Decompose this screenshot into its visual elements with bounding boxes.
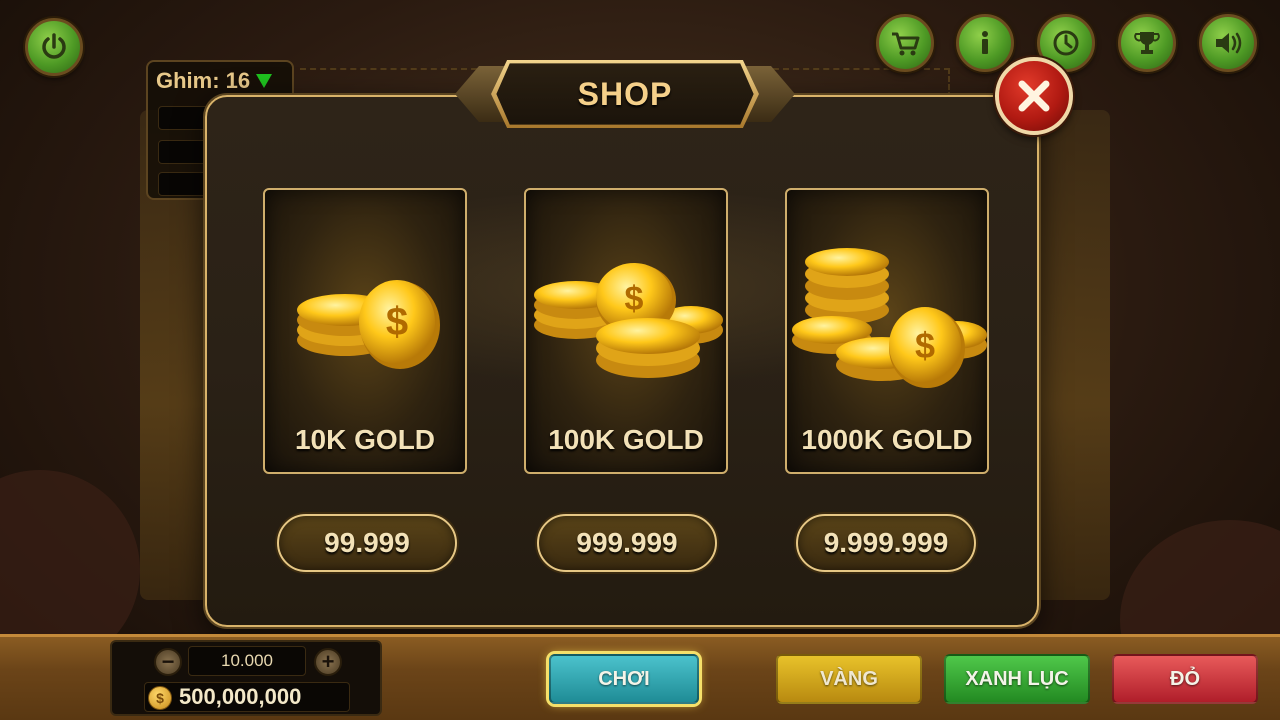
balance-display: 500,000,000 bbox=[144, 682, 350, 712]
info-icon bbox=[982, 31, 988, 54]
svg-text:$: $ bbox=[915, 325, 935, 366]
buy-price-button[interactable]: 99.999 bbox=[277, 514, 457, 572]
shop-title: SHOP bbox=[577, 75, 673, 112]
shop-cart-button[interactable] bbox=[876, 14, 934, 72]
bet-panel: − 10.000 + 500,000,000 $ bbox=[110, 640, 382, 716]
buy-price-button[interactable]: 9.999.999 bbox=[796, 514, 976, 572]
svg-text:$: $ bbox=[625, 280, 644, 318]
bet-red-button[interactable]: ĐỎ bbox=[1112, 654, 1258, 704]
minus-icon: − bbox=[161, 649, 175, 674]
gold-package-card[interactable]: $ 10K GOLD bbox=[263, 188, 467, 474]
increase-bet-button[interactable]: + bbox=[314, 648, 342, 676]
close-icon bbox=[1018, 80, 1050, 112]
power-button[interactable] bbox=[25, 18, 83, 76]
svg-text:$: $ bbox=[386, 300, 408, 344]
package-label: 10K GOLD bbox=[294, 424, 436, 455]
gold-package-card[interactable]: $ 100K GOLD bbox=[524, 188, 728, 474]
decrease-bet-button[interactable]: − bbox=[154, 648, 182, 676]
coin-stack-large-icon: $ bbox=[792, 248, 987, 388]
coin-icon: $ bbox=[148, 686, 172, 710]
package-label: 1000K GOLD bbox=[801, 424, 973, 455]
close-button[interactable] bbox=[995, 57, 1073, 135]
leaderboard-button[interactable] bbox=[1118, 14, 1176, 72]
plus-icon: + bbox=[321, 649, 335, 674]
history-icon bbox=[1053, 30, 1079, 56]
cart-icon bbox=[892, 32, 920, 56]
pin-dropdown[interactable]: Ghim: 16 bbox=[156, 68, 273, 94]
gold-package-card[interactable]: $ 1000K GOLD bbox=[785, 188, 989, 474]
play-button[interactable]: CHƠI bbox=[549, 654, 699, 704]
package-label: 100K GOLD bbox=[548, 424, 704, 455]
dropdown-arrow-icon bbox=[256, 74, 273, 88]
coin-stack-small-icon: $ bbox=[297, 280, 440, 369]
pin-label-text: Ghim: 16 bbox=[156, 68, 251, 93]
buy-price-button[interactable]: 999.999 bbox=[537, 514, 717, 572]
bet-gold-button[interactable]: VÀNG bbox=[776, 654, 922, 704]
bet-amount-field[interactable]: 10.000 bbox=[188, 646, 306, 676]
power-icon bbox=[42, 33, 66, 59]
trophy-icon bbox=[1134, 32, 1160, 54]
info-button[interactable] bbox=[956, 14, 1014, 72]
sound-button[interactable] bbox=[1199, 14, 1257, 72]
shop-title-ribbon: SHOP bbox=[455, 60, 795, 128]
speaker-icon bbox=[1216, 32, 1242, 54]
bet-green-button[interactable]: XANH LỤC bbox=[944, 654, 1090, 704]
title-plate: SHOP bbox=[491, 60, 759, 128]
coin-stack-medium-icon: $ bbox=[534, 263, 723, 378]
